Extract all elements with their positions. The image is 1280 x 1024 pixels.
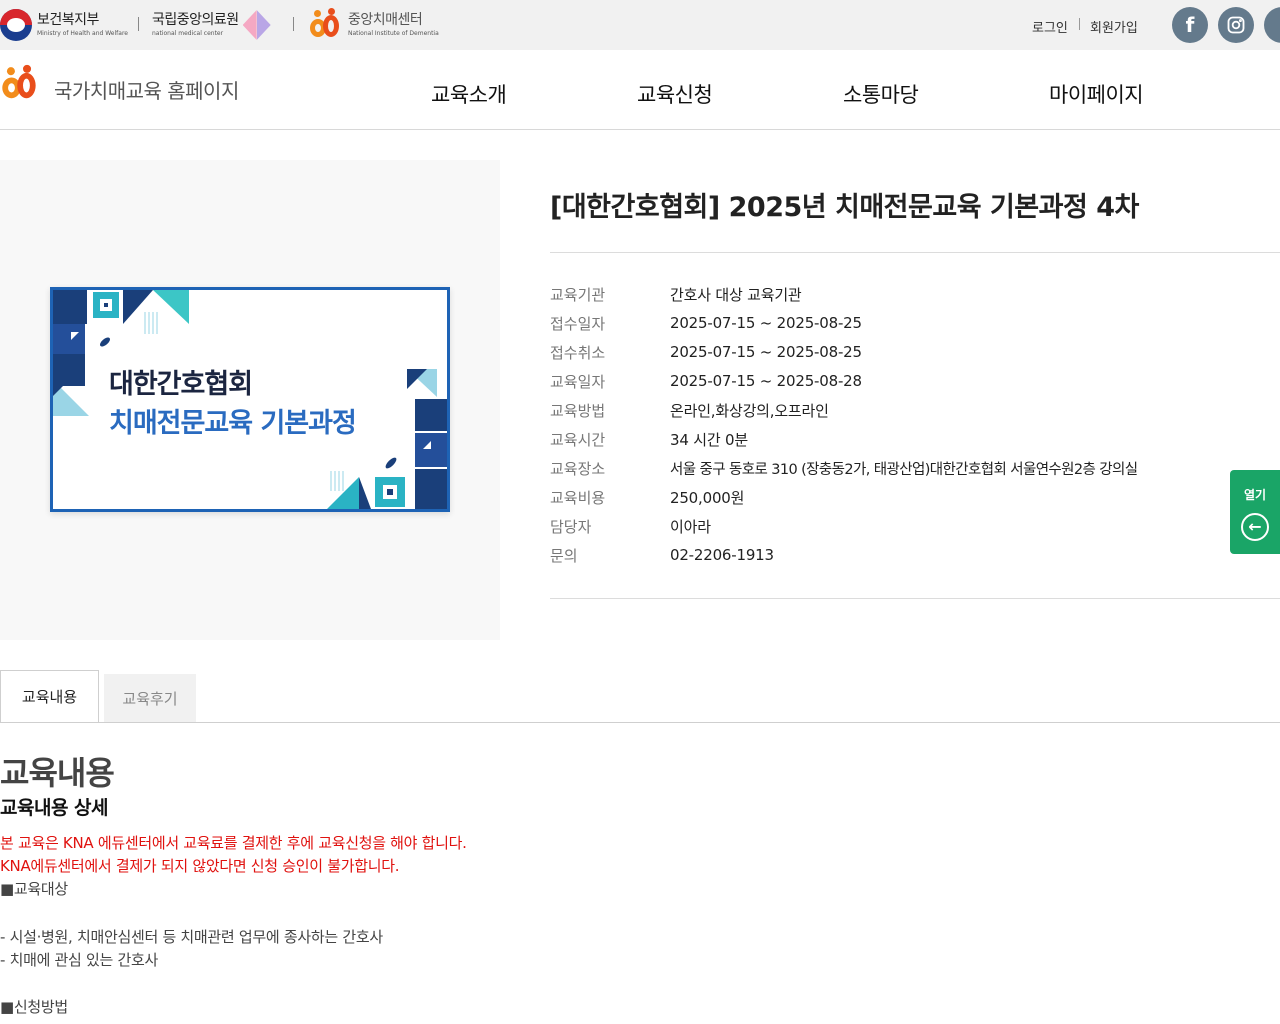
main-header: 국가치매교육 홈페이지 교육소개 교육신청 소통마당 마이페이지 xyxy=(0,50,1280,130)
info-label: 교육일자 xyxy=(550,372,606,391)
instagram-icon[interactable] xyxy=(1218,7,1254,43)
info-row-manager: 담당자 이아라 xyxy=(550,515,711,537)
mohw-logo[interactable]: 보건복지부 Ministry of Health and Welfare xyxy=(0,8,128,42)
decorative-triangle-icon xyxy=(53,380,89,416)
facebook-icon[interactable]: f xyxy=(1172,7,1208,43)
login-link[interactable]: 로그인 xyxy=(1032,17,1068,36)
info-value: 온라인,화상강의,오프라인 xyxy=(670,401,829,420)
info-value: 02-2206-1913 xyxy=(670,546,774,564)
nid-name: 중앙치매센터 xyxy=(348,12,423,28)
divider xyxy=(138,17,139,31)
tab-education-review[interactable]: 교육후기 xyxy=(104,674,196,722)
nid-logo[interactable]: 중앙치매센터 National Institute of Dementia xyxy=(308,8,439,42)
info-row-fee: 교육비용 250,000원 xyxy=(550,486,744,508)
side-panel-open-button[interactable]: 열기 ← xyxy=(1230,470,1280,554)
info-value: 250,000원 xyxy=(670,488,745,507)
info-row-institution: 교육기관 간호사 대상 교육기관 xyxy=(550,283,802,305)
info-value: 34 시간 0분 xyxy=(670,430,748,449)
info-label: 접수취소 xyxy=(550,343,606,362)
nav-education-intro[interactable]: 교육소개 xyxy=(431,79,507,109)
course-title: [대한간호협회] 2025년 치매전문교육 기본과정 4차 xyxy=(550,192,1139,223)
nmc-name-en: national medical center xyxy=(152,30,224,37)
info-value: 2025-07-15 ~ 2025-08-25 xyxy=(670,343,862,361)
target-item: - 치매에 관심 있는 간호사 xyxy=(0,951,158,969)
section-apply-title: ■신청방법 xyxy=(0,998,68,1016)
info-label: 교육기관 xyxy=(550,285,606,304)
info-row-registration-period: 접수일자 2025-07-15 ~ 2025-08-25 xyxy=(550,312,862,334)
info-label: 담당자 xyxy=(550,517,592,536)
info-label: 교육장소 xyxy=(550,459,606,478)
mohw-name: 보건복지부 xyxy=(37,12,99,28)
info-label: 교육비용 xyxy=(550,488,606,507)
info-label: 접수일자 xyxy=(550,314,606,333)
nmc-name: 국립중앙의료원 xyxy=(152,12,239,28)
site-logo[interactable]: 국가치매교육 홈페이지 xyxy=(0,64,239,112)
info-row-education-date: 교육일자 2025-07-15 ~ 2025-08-28 xyxy=(550,370,862,392)
info-row-cancel-period: 접수취소 2025-07-15 ~ 2025-08-25 xyxy=(550,341,862,363)
info-row-contact: 문의 02-2206-1913 xyxy=(550,544,774,566)
tabs-underline xyxy=(0,722,1280,723)
info-label: 교육방법 xyxy=(550,401,606,420)
mohw-name-en: Ministry of Health and Welfare xyxy=(37,30,128,37)
info-row-method: 교육방법 온라인,화상강의,오프라인 xyxy=(550,399,829,421)
course-thumbnail: 대한간호협회 치매전문교육 기본과정 xyxy=(50,287,450,512)
content-heading: 교육내용 xyxy=(0,754,115,792)
nmc-mark-icon xyxy=(242,10,271,40)
info-label: 문의 xyxy=(550,546,578,565)
info-label: 교육시간 xyxy=(550,430,606,449)
info-row-hours: 교육시간 34 시간 0분 xyxy=(550,428,748,450)
nav-community[interactable]: 소통마당 xyxy=(843,79,919,109)
section-target-title: ■교육대상 xyxy=(0,880,68,898)
info-row-location: 교육장소 서울 중구 동호로 310 (장충동2가, 태광산업)대한간호협회 서… xyxy=(550,457,1138,479)
nav-mypage[interactable]: 마이페이지 xyxy=(1049,79,1144,109)
divider xyxy=(550,598,1280,599)
divider xyxy=(550,252,1280,253)
top-utility-bar: 보건복지부 Ministry of Health and Welfare 국립중… xyxy=(0,0,1280,50)
info-value: 이아라 xyxy=(670,517,711,536)
dementia-education-mark-icon xyxy=(0,64,48,112)
arrow-left-icon: ← xyxy=(1241,513,1269,541)
signup-link[interactable]: 회원가입 xyxy=(1090,17,1138,36)
info-value: 2025-07-15 ~ 2025-08-25 xyxy=(670,314,862,332)
nid-name-en: National Institute of Dementia xyxy=(348,30,439,37)
nmc-logo[interactable]: 국립중앙의료원 national medical center xyxy=(152,8,271,42)
thumbnail-title-line1: 대한간호협회 xyxy=(109,369,253,400)
side-button-label: 열기 xyxy=(1243,488,1267,502)
info-value: 간호사 대상 교육기관 xyxy=(670,285,802,304)
thumbnail-title-line2: 치매전문교육 기본과정 xyxy=(109,408,357,439)
tab-education-content[interactable]: 교육내용 xyxy=(0,670,99,723)
target-item: - 시설·병원, 치매안심센터 등 치매관련 업무에 종사하는 간호사 xyxy=(0,928,383,946)
payment-notice-line: 본 교육은 KNA 에듀센터에서 교육료를 결제한 후에 교육신청을 해야 합니… xyxy=(0,834,467,852)
divider xyxy=(1079,18,1080,30)
divider xyxy=(293,17,294,31)
payment-notice-line: KNA에듀센터에서 결제가 되지 않았다면 신청 승인이 불가합니다. xyxy=(0,857,400,875)
info-value: 2025-07-15 ~ 2025-08-28 xyxy=(670,372,862,390)
youtube-icon[interactable] xyxy=(1264,7,1280,43)
info-value: 서울 중구 동호로 310 (장충동2가, 태광산업)대한간호협회 서울연수원2… xyxy=(670,461,1138,478)
content-subheading: 교육내용 상세 xyxy=(0,797,109,819)
nav-education-apply[interactable]: 교육신청 xyxy=(637,79,713,109)
site-title: 국가치매교육 홈페이지 xyxy=(54,78,239,103)
course-thumbnail-area: 대한간호협회 치매전문교육 기본과정 xyxy=(0,160,500,640)
government-emblem-icon xyxy=(0,9,32,41)
dementia-center-mark-icon xyxy=(308,8,342,41)
